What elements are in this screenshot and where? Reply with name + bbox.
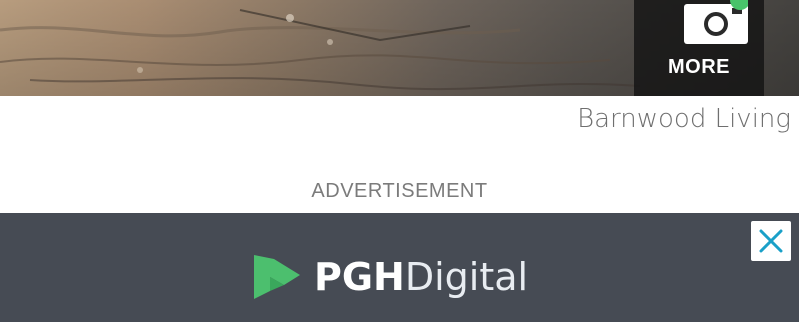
gallery-photo[interactable]: MORE bbox=[0, 0, 799, 96]
advertisement-label: ADVERTISEMENT bbox=[311, 180, 488, 202]
photo-credit: Barnwood Living bbox=[577, 104, 791, 134]
close-icon bbox=[759, 229, 783, 253]
ad-brand-light: Digital bbox=[404, 255, 529, 299]
ad-logo[interactable]: PGHDigital bbox=[248, 251, 528, 303]
more-label: MORE bbox=[668, 56, 730, 78]
more-photos-button[interactable]: MORE bbox=[634, 0, 764, 96]
page: MORE Barnwood Living ADVERTISEMENT PGHDi… bbox=[0, 0, 799, 322]
ad-close-button[interactable] bbox=[751, 221, 791, 261]
pgh-logo-icon bbox=[254, 255, 300, 299]
ad-brand-bold: PGH bbox=[314, 255, 405, 299]
ad-banner[interactable]: PGHDigital bbox=[0, 213, 799, 322]
camera-icon bbox=[684, 0, 748, 44]
ad-brand-name: PGHDigital bbox=[314, 255, 528, 299]
